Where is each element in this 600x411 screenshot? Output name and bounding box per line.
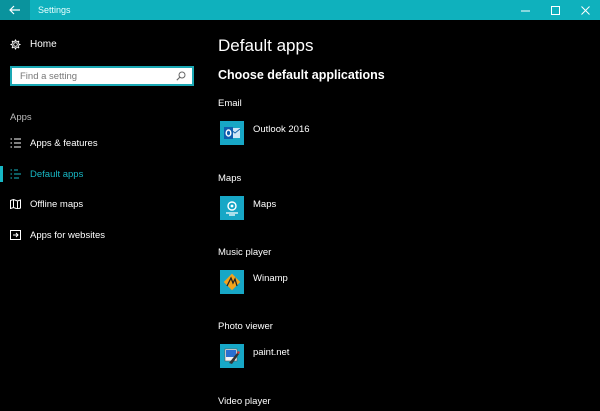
main-content: Default apps Choose default applications…: [218, 20, 600, 411]
category-label-maps: Maps: [218, 173, 242, 184]
sidebar: Home Apps Apps & features Default apps: [0, 20, 200, 411]
settings-window: Settings Home Find a setting Apps Apps &…: [0, 0, 600, 411]
sidebar-item-label: Apps & features: [30, 137, 98, 149]
home-label: Home: [30, 39, 57, 50]
minimize-button[interactable]: [510, 0, 540, 20]
maps-icon: [226, 201, 238, 216]
sidebar-item-label: Default apps: [30, 168, 84, 180]
sidebar-item-offline-maps[interactable]: Offline maps: [0, 194, 200, 214]
paintnet-icon: [224, 348, 240, 364]
category-label-video-player: Video player: [218, 396, 271, 407]
page-title: Default apps: [218, 36, 314, 55]
sidebar-item-apps-features[interactable]: Apps & features: [0, 133, 200, 153]
search-icon[interactable]: [176, 71, 186, 81]
map-icon: [10, 199, 21, 209]
page-subtitle: Choose default applications: [218, 68, 385, 82]
default-app-maps[interactable]: Maps: [220, 196, 276, 220]
sidebar-item-label: Offline maps: [30, 198, 84, 210]
section-label-apps: Apps: [10, 112, 32, 123]
default-apps-icon: [10, 169, 21, 179]
back-arrow-icon: [9, 5, 20, 15]
maximize-button[interactable]: [540, 0, 570, 20]
close-icon: [580, 5, 590, 15]
category-label-photo-viewer: Photo viewer: [218, 321, 273, 332]
default-app-email[interactable]: Outlook 2016: [220, 121, 310, 145]
maximize-icon: [550, 5, 560, 15]
category-label-email: Email: [218, 98, 242, 109]
sidebar-item-default-apps[interactable]: Default apps: [0, 164, 200, 184]
sidebar-item-label: Apps for websites: [30, 229, 105, 241]
search-box: [10, 66, 194, 86]
app-tile: [220, 344, 244, 368]
home-link[interactable]: Home: [10, 39, 57, 50]
list-icon: [10, 138, 21, 148]
app-name: paint.net: [253, 347, 290, 358]
gear-icon: [10, 39, 21, 50]
close-button[interactable]: [570, 0, 600, 20]
winamp-icon: [223, 273, 241, 291]
category-label-music-player: Music player: [218, 247, 272, 258]
default-app-music-player[interactable]: Winamp: [220, 270, 288, 294]
app-name: Maps: [253, 199, 277, 210]
app-name: Outlook 2016: [253, 124, 310, 135]
outlook-icon: [224, 127, 241, 139]
sidebar-item-apps-for-websites[interactable]: Apps for websites: [0, 225, 200, 245]
open-in-icon: [10, 230, 21, 240]
default-app-photo-viewer[interactable]: paint.net: [220, 344, 289, 368]
window-controls: [510, 0, 600, 20]
app-name: Winamp: [253, 273, 288, 284]
app-tile: [220, 196, 244, 220]
app-tile: [220, 121, 244, 145]
back-button[interactable]: [0, 0, 30, 20]
app-tile: [220, 270, 244, 294]
minimize-icon: [520, 10, 530, 11]
title-bar: Settings: [0, 0, 600, 20]
search-input[interactable]: [20, 70, 176, 82]
window-title: Settings: [38, 5, 71, 15]
